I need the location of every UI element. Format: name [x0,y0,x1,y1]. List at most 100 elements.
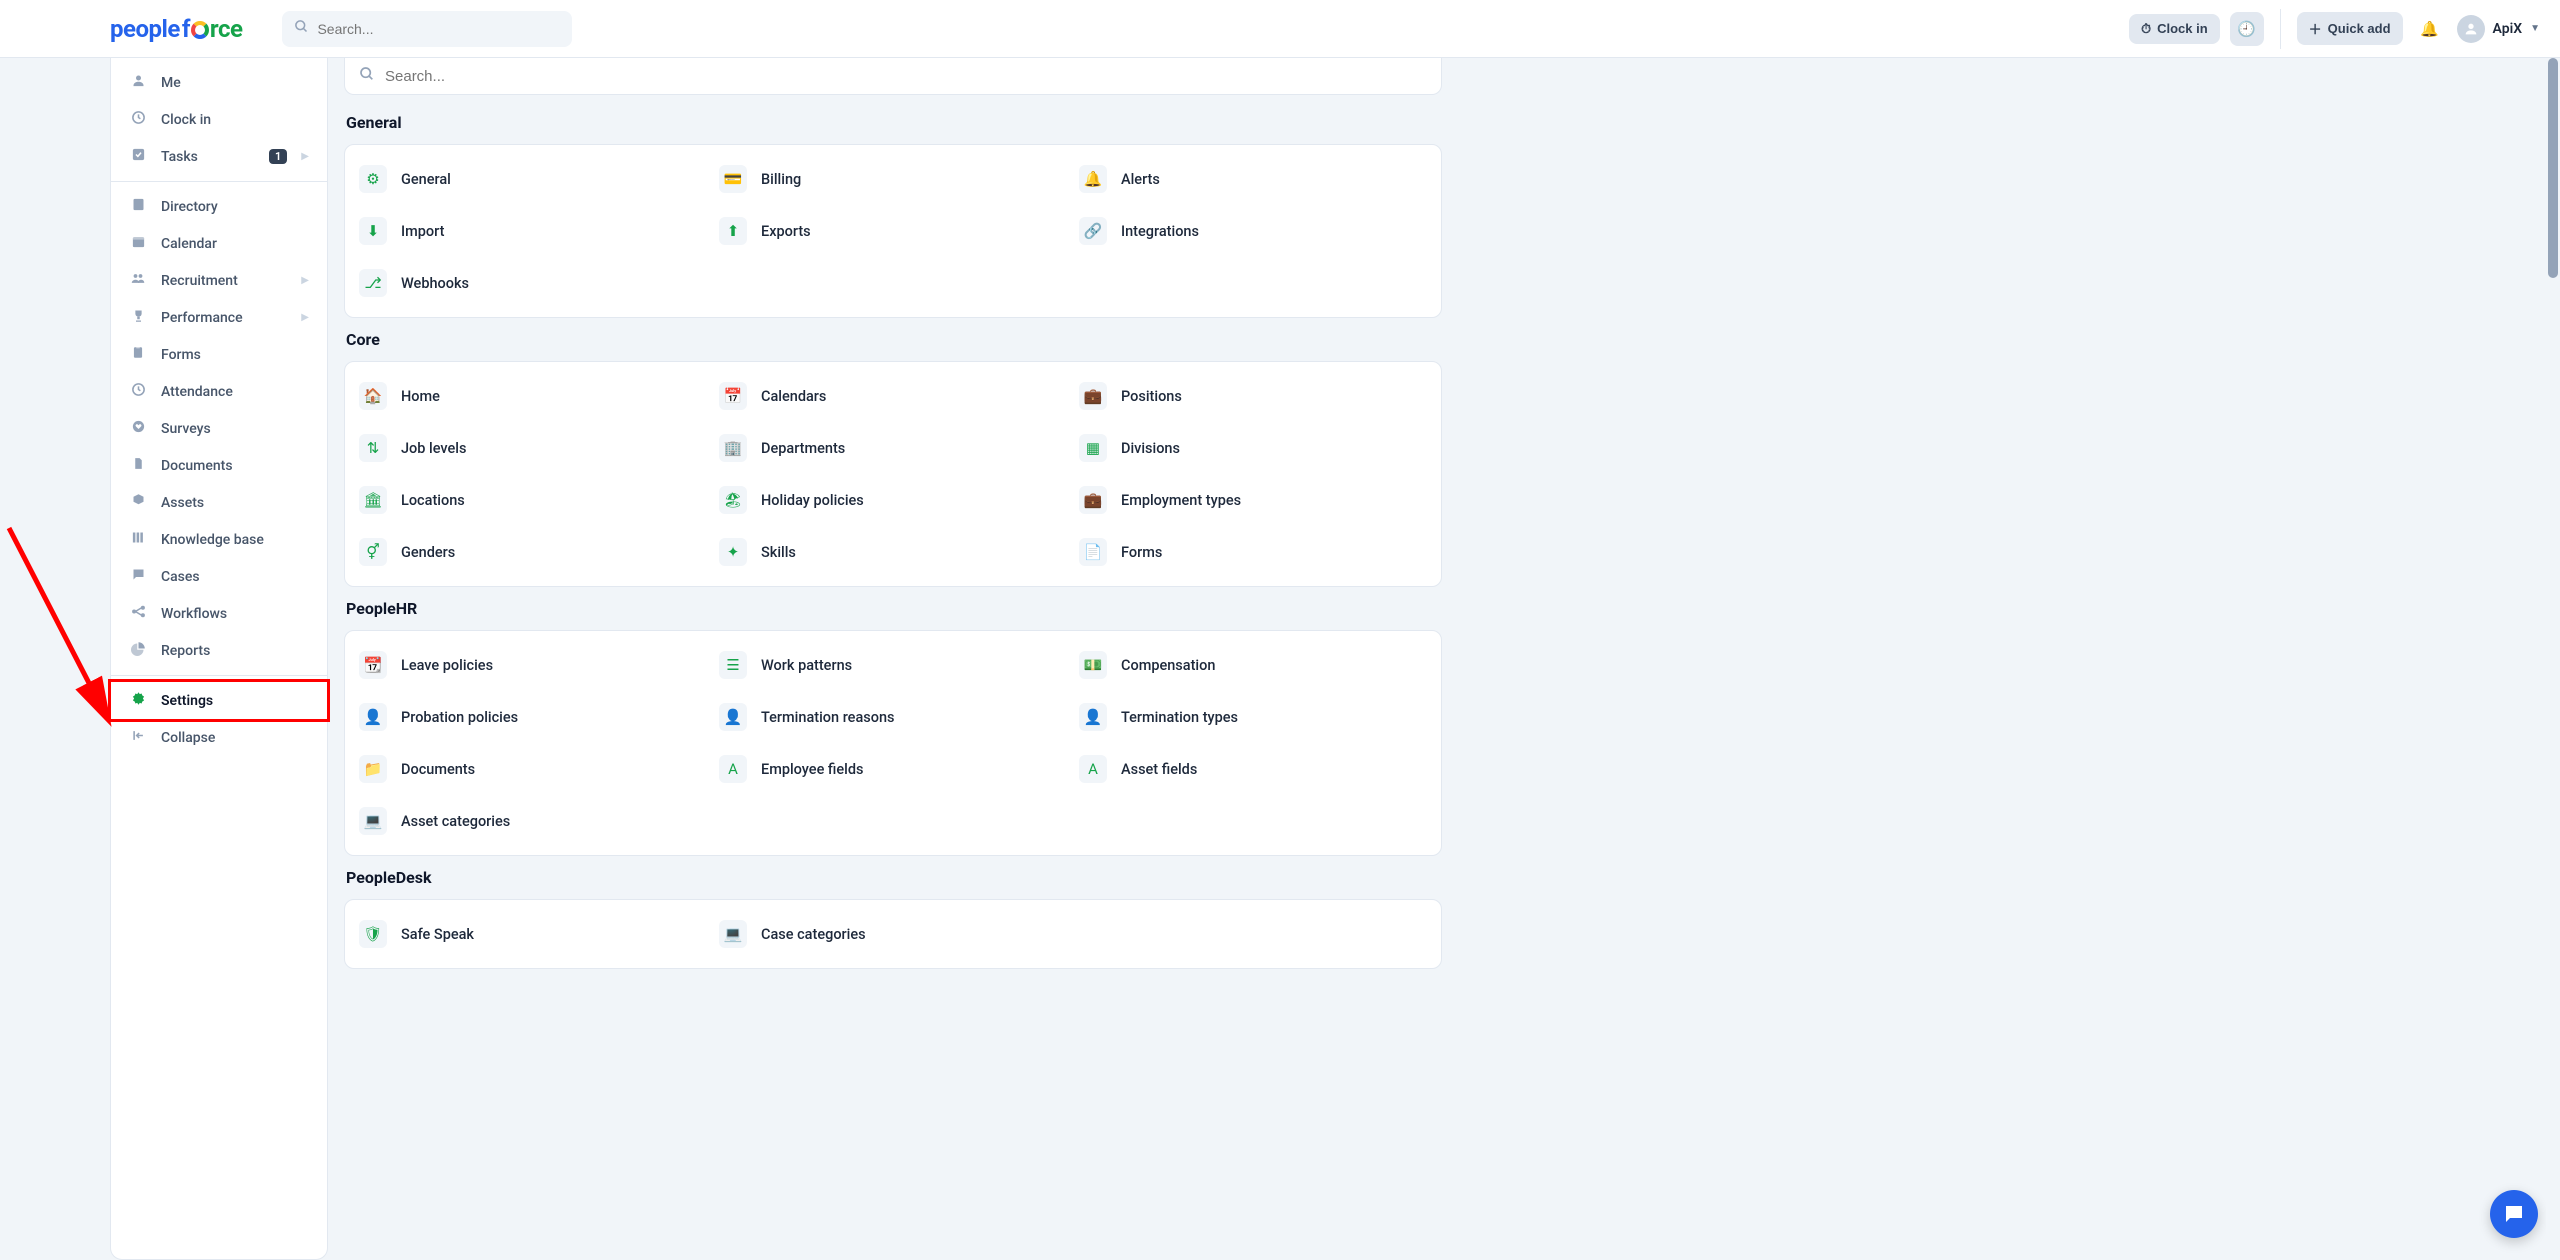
sidebar-item-label: Surveys [161,421,309,437]
personplus-icon: 👤 [359,703,387,731]
setting-integrations[interactable]: 🔗Integrations [1073,209,1433,253]
setting-departments[interactable]: 🏢Departments [713,426,1073,470]
setting-label: Leave policies [401,657,493,674]
sidebar-item-assets[interactable]: Assets [111,484,327,521]
card-icon: 💳 [719,165,747,193]
setting-calendars[interactable]: 📅Calendars [713,374,1073,418]
setting-label: Import [401,223,444,240]
sidebar-item-forms[interactable]: Forms [111,336,327,373]
sidebar-item-documents[interactable]: Documents [111,447,327,484]
setting-skills[interactable]: ✦Skills [713,530,1073,574]
setting-employment-types[interactable]: 💼Employment types [1073,478,1433,522]
setting-leave-policies[interactable]: 📆 Leave policies [353,643,713,687]
scrollbar[interactable] [2546,58,2560,1260]
setting-positions[interactable]: 💼Positions [1073,374,1433,418]
setting-safe-speak[interactable]: 🛡Safe Speak [353,912,713,956]
stopwatch-icon: ⏱ [2141,21,2151,37]
sidebar-item-label: Documents [161,458,309,474]
setting-label: Integrations [1121,223,1199,240]
history-button[interactable]: 🕘 [2230,12,2264,46]
sidebar-item-collapse[interactable]: Collapse [111,719,327,756]
global-search-input[interactable] [317,21,560,37]
logo[interactable]: peoplefrce [20,15,242,43]
setting-probation-policies[interactable]: 👤 Probation policies [353,695,713,739]
sidebar-item-me[interactable]: Me [111,64,327,101]
setting-label: Termination reasons [761,709,895,726]
settings-main: General⚙General💳Billing🔔Alerts⬇Import⬆Ex… [328,58,1458,1260]
setting-label: Job levels [401,440,466,457]
setting-compensation[interactable]: 💵Compensation [1073,643,1433,687]
setting-locations[interactable]: 🏛Locations [353,478,713,522]
setting-home[interactable]: 🏠Home [353,374,713,418]
user-menu[interactable]: ApiX ▼ [2457,15,2540,43]
setting-divisions[interactable]: ▦ Divisions [1073,426,1433,470]
setting-termination-types[interactable]: 👤Termination types [1073,695,1433,739]
clock-in-label: Clock in [2157,21,2208,36]
plus-icon: ＋ [2309,19,2322,38]
section-card: 🏠Home📅Calendars💼Positions ⇅ Job levels 🏢Dep… [344,361,1442,587]
setting-documents[interactable]: 📁Documents [353,747,713,791]
quick-add-button[interactable]: ＋ Quick add [2297,12,2403,45]
updown-icon: ⇅ [359,434,387,462]
sidebar-item-workflows[interactable]: Workflows [111,595,327,632]
setting-label: Holiday policies [761,492,864,509]
shield-icon: 🛡 [359,920,387,948]
setting-label: Alerts [1121,171,1160,188]
sidebar-item-attendance[interactable]: Attendance [111,373,327,410]
cal2-icon: 📆 [359,651,387,679]
setting-billing[interactable]: 💳Billing [713,157,1073,201]
sidebar-item-calendar[interactable]: Calendar [111,225,327,262]
setting-asset-categories[interactable]: 💻Asset categories [353,799,713,843]
setting-webhooks[interactable]: ⎇Webhooks [353,261,713,305]
setting-job-levels[interactable]: ⇅ Job levels [353,426,713,470]
setting-asset-fields[interactable]: AAsset fields [1073,747,1433,791]
setting-label: Work patterns [761,657,852,674]
setting-holiday-policies[interactable]: 🏖Holiday policies [713,478,1073,522]
setting-label: Calendars [761,388,826,405]
setting-genders[interactable]: ⚥Genders [353,530,713,574]
sidebar-item-knowledge-base[interactable]: Knowledge base [111,521,327,558]
setting-work-patterns[interactable]: ☰Work patterns [713,643,1073,687]
sidebar-item-performance[interactable]: Performance▶ [111,299,327,336]
setting-label: Asset fields [1121,761,1197,778]
sidebar-item-settings[interactable]: Settings [108,679,330,722]
chevron-right-icon: ▶ [301,275,309,286]
sidebar-item-label: Recruitment [161,273,287,289]
sidebar-item-cases[interactable]: Cases [111,558,327,595]
avatar [2457,15,2485,43]
setting-label: Divisions [1121,440,1180,457]
sidebar-item-reports[interactable]: Reports [111,632,327,669]
clock-in-button[interactable]: ⏱ Clock in [2129,14,2220,44]
setting-label: Employee fields [761,761,864,778]
setting-general[interactable]: ⚙General [353,157,713,201]
settings-search-input[interactable] [385,68,1427,85]
setting-employee-fields[interactable]: AEmployee fields [713,747,1073,791]
setting-label: Probation policies [401,709,518,726]
sidebar: MeClock inTasks1▶ DirectoryCalendarRecru… [110,58,328,1260]
setting-forms[interactable]: 📄Forms [1073,530,1433,574]
gender-icon: ⚥ [359,538,387,566]
notifications-button[interactable]: 🔔 [2413,12,2447,46]
setting-label: Documents [401,761,475,778]
setting-alerts[interactable]: 🔔 Alerts [1073,157,1433,201]
setting-label: Departments [761,440,845,457]
sidebar-item-clock-in[interactable]: Clock in [111,101,327,138]
sidebar-item-label: Settings [161,693,309,709]
chat-icon [129,567,147,586]
setting-import[interactable]: ⬇Import [353,209,713,253]
grid-icon: ▦ [1079,434,1107,462]
setting-exports[interactable]: ⬆Exports [713,209,1073,253]
user-name: ApiX [2493,21,2523,37]
global-search[interactable] [282,11,572,47]
sidebar-item-recruitment[interactable]: Recruitment ▶ [111,262,327,299]
header-divider [2280,9,2281,49]
setting-termination-reasons[interactable]: 👤Termination reasons [713,695,1073,739]
sidebar-item-tasks[interactable]: Tasks1▶ [111,138,327,175]
settings-search[interactable] [344,58,1442,95]
chat-launcher[interactable] [2490,1190,2538,1238]
bell-icon: 🔔 [1079,165,1107,193]
sidebar-item-directory[interactable]: Directory [111,188,327,225]
setting-case-categories[interactable]: 💻Case categories [713,912,1073,956]
sidebar-item-label: Clock in [161,112,309,128]
sidebar-item-surveys[interactable]: Surveys [111,410,327,447]
